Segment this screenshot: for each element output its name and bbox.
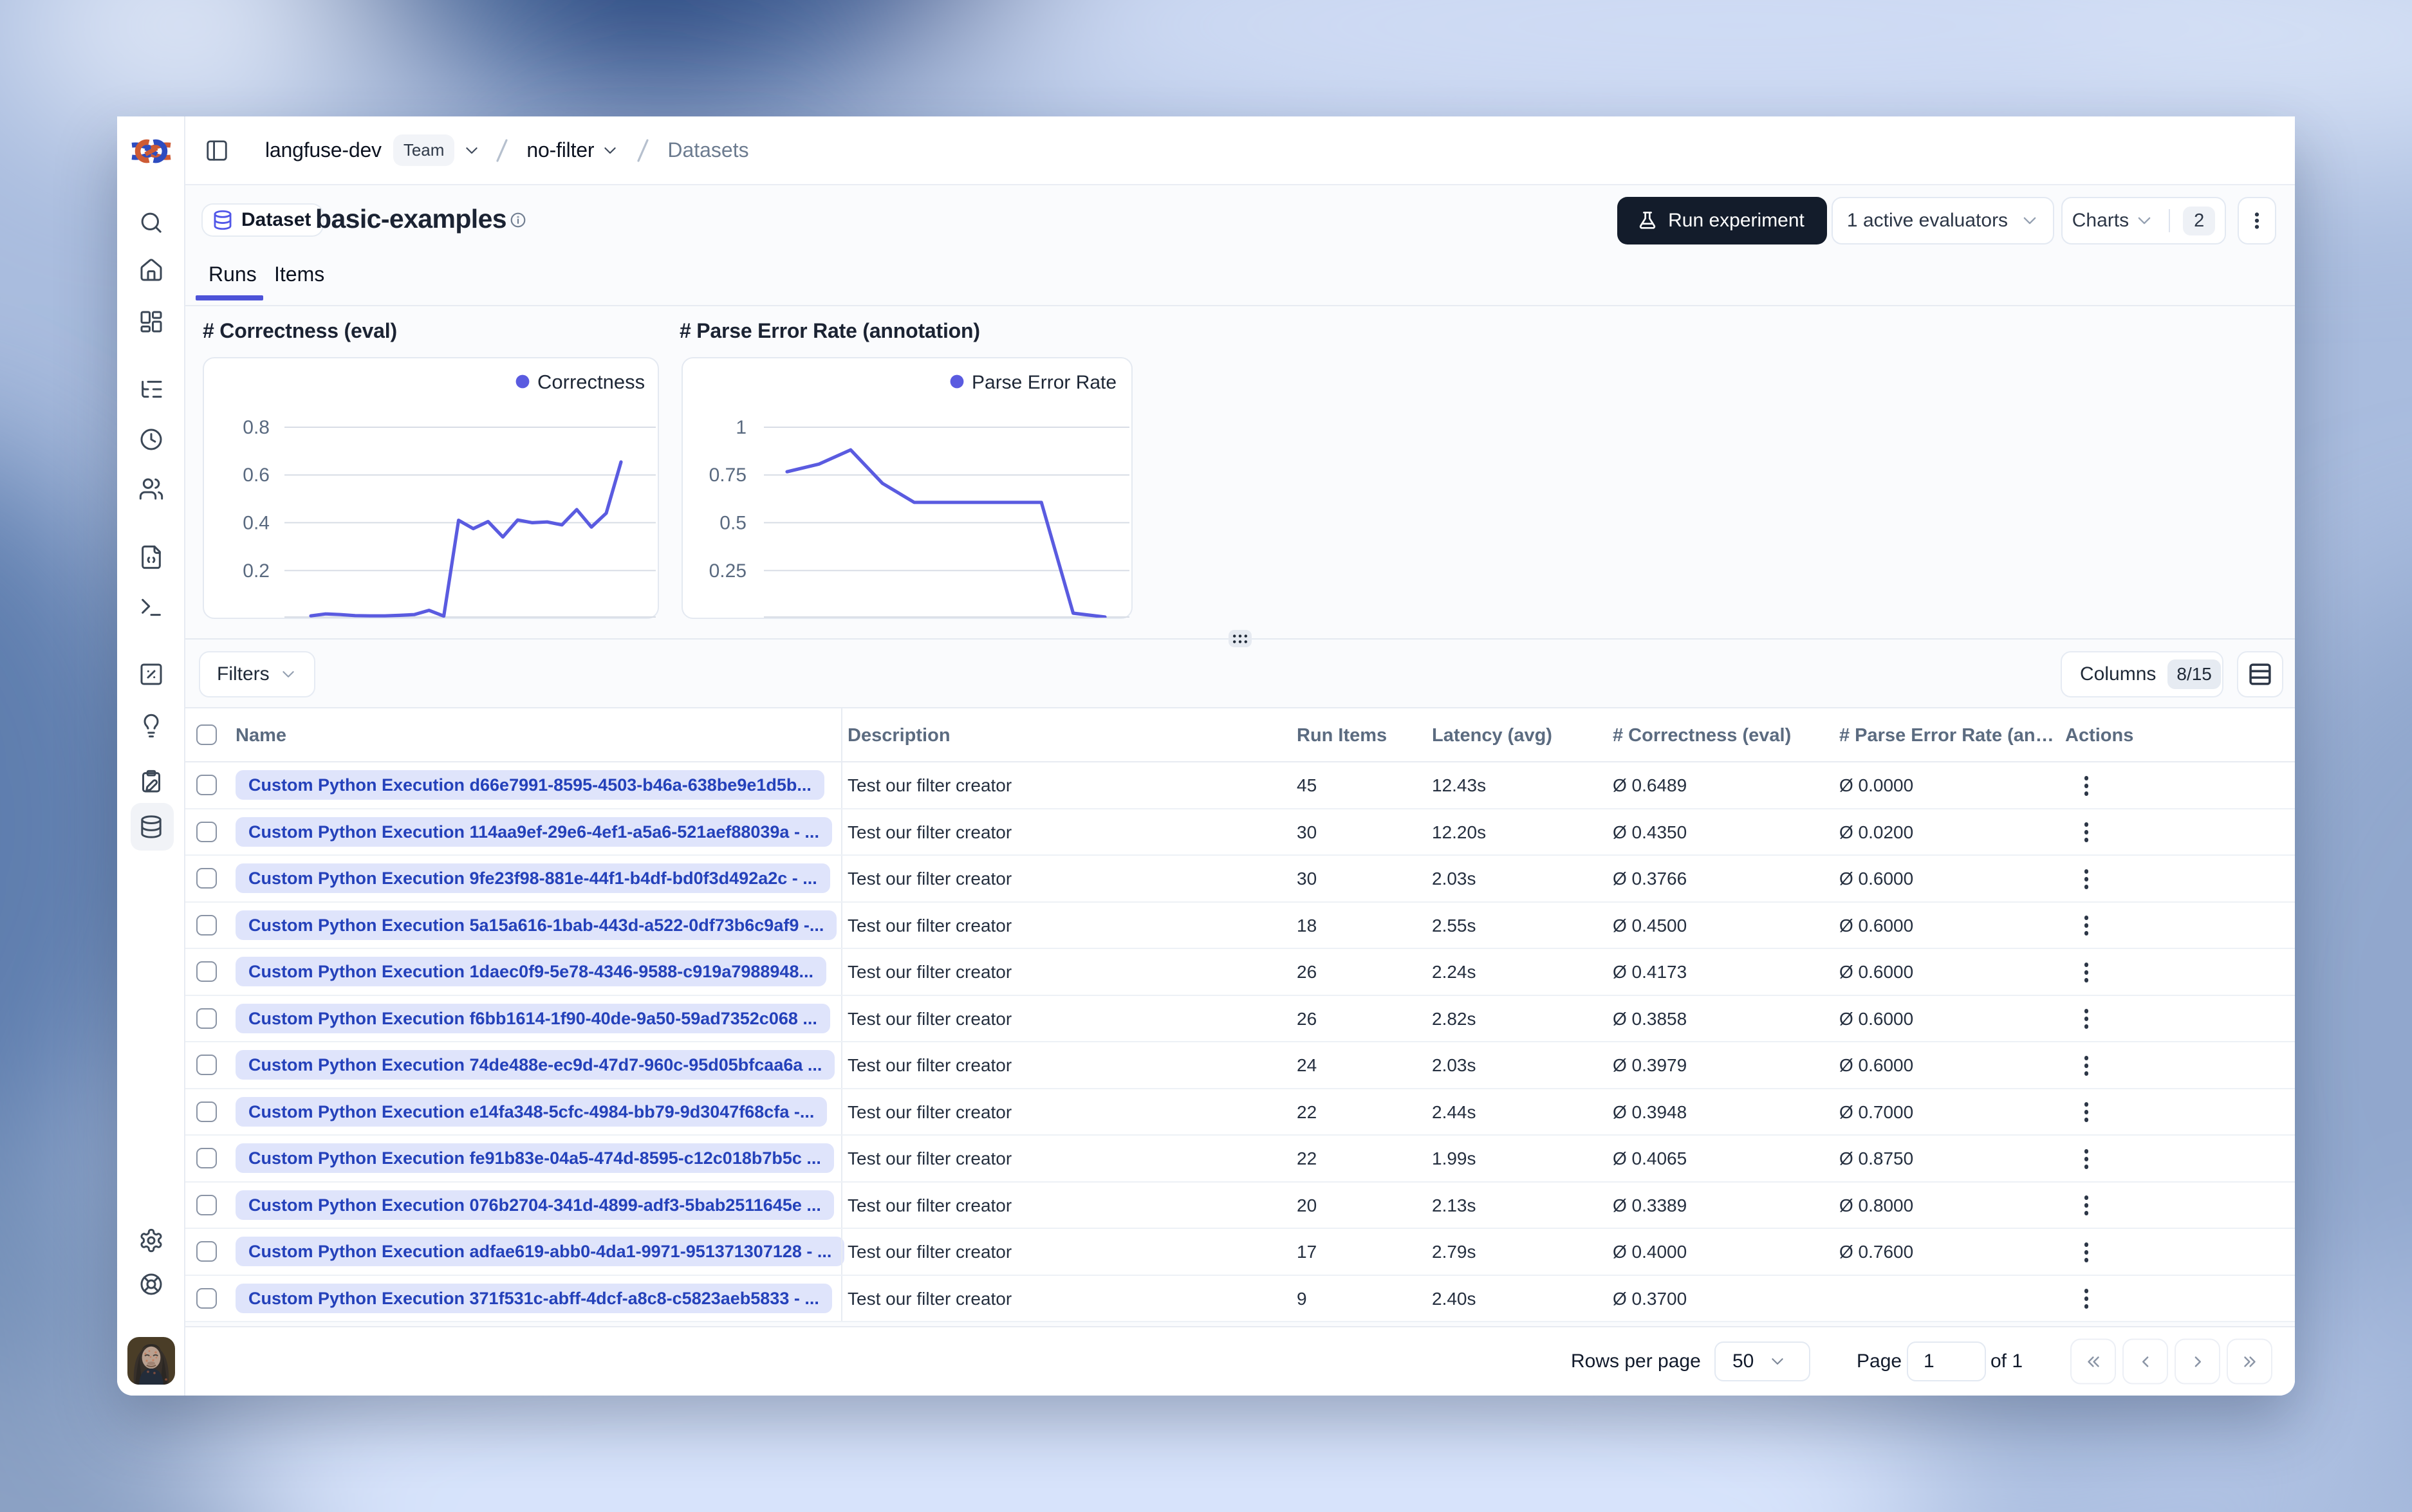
svg-text:0.6: 0.6 <box>243 465 270 486</box>
svg-text:0.25: 0.25 <box>709 560 747 582</box>
svg-text:0.5: 0.5 <box>719 512 747 533</box>
svg-text:1: 1 <box>736 417 747 438</box>
svg-text:0.8: 0.8 <box>243 417 270 438</box>
svg-text:Parse Error Rate: Parse Error Rate <box>972 372 1117 393</box>
svg-text:Correctness: Correctness <box>537 371 645 393</box>
svg-text:0.75: 0.75 <box>709 465 747 486</box>
svg-text:0.2: 0.2 <box>243 560 270 582</box>
svg-text:0.4: 0.4 <box>243 512 270 533</box>
